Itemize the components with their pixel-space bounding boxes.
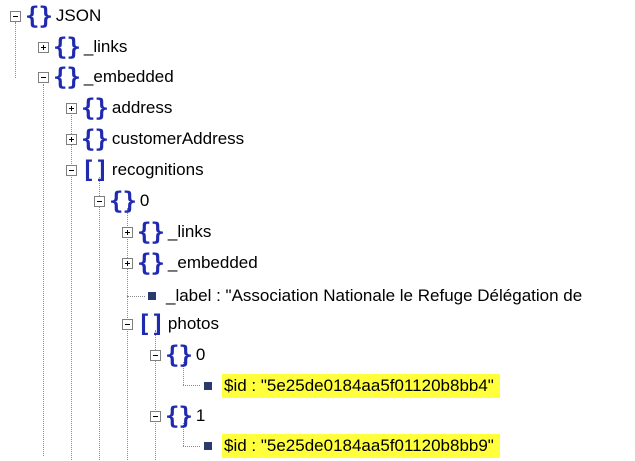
expand-toggle[interactable] xyxy=(122,226,133,238)
node-label: recognitions xyxy=(111,160,204,179)
expand-toggle[interactable] xyxy=(66,133,77,145)
tree-node-photo-0[interactable]: {} 0 xyxy=(150,340,205,370)
object-icon: {} xyxy=(165,402,193,430)
node-label: photos xyxy=(167,314,219,333)
tree-leaf-photo-1-id[interactable]: $id : "5e25de0184aa5f01120b8bb9" xyxy=(204,431,500,461)
node-label: _embedded xyxy=(167,253,258,272)
array-icon: [] xyxy=(81,156,109,184)
collapse-toggle[interactable] xyxy=(94,195,105,207)
object-icon: {} xyxy=(137,218,165,246)
tree-node-customer-address[interactable]: {} customerAddress xyxy=(66,124,244,154)
tree-node-links[interactable]: {} _links xyxy=(38,32,127,62)
object-icon: {} xyxy=(25,2,53,30)
node-label: address xyxy=(111,98,173,117)
collapse-toggle[interactable] xyxy=(122,318,133,330)
node-label: customerAddress xyxy=(111,129,245,148)
node-label: _links xyxy=(167,222,212,241)
node-label: 0 xyxy=(195,345,206,364)
collapse-toggle[interactable] xyxy=(66,164,77,176)
tree-node-photos[interactable]: [] photos xyxy=(122,309,219,339)
node-label: JSON xyxy=(55,6,102,25)
collapse-toggle[interactable] xyxy=(38,71,49,83)
object-icon: {} xyxy=(137,249,165,277)
value-icon xyxy=(204,382,212,390)
object-icon: {} xyxy=(81,125,109,153)
object-icon: {} xyxy=(165,341,193,369)
collapse-toggle[interactable] xyxy=(10,10,21,22)
tree-connector xyxy=(127,296,145,297)
tree-leaf-photo-0-id[interactable]: $id : "5e25de0184aa5f01120b8bb4" xyxy=(204,371,500,401)
collapse-toggle[interactable] xyxy=(150,349,161,361)
tree-node-embedded[interactable]: {} _embedded xyxy=(38,62,174,92)
tree-connector xyxy=(99,177,100,460)
value-icon xyxy=(204,442,212,450)
tree-node-root[interactable]: {} JSON xyxy=(10,1,101,31)
tree-node-recognitions[interactable]: [] recognitions xyxy=(66,155,204,185)
node-label: _embedded xyxy=(83,67,174,86)
node-label: 1 xyxy=(195,406,206,425)
leaf-text: $id : "5e25de0184aa5f01120b8bb4" xyxy=(222,374,500,398)
expand-toggle[interactable] xyxy=(38,41,49,53)
value-icon xyxy=(148,292,156,300)
node-label: _links xyxy=(83,37,128,56)
tree-node-address[interactable]: {} address xyxy=(66,93,172,123)
tree-node-recognition-0[interactable]: {} 0 xyxy=(94,186,149,216)
expand-toggle[interactable] xyxy=(122,257,133,269)
object-icon: {} xyxy=(109,187,137,215)
expand-toggle[interactable] xyxy=(66,102,77,114)
tree-connector xyxy=(43,84,44,456)
object-icon: {} xyxy=(81,94,109,122)
leaf-text: $id : "5e25de0184aa5f01120b8bb9" xyxy=(222,434,500,458)
collapse-toggle[interactable] xyxy=(150,410,161,422)
tree-connector xyxy=(183,446,200,447)
json-tree-view: {} JSON {} _links {} _embedded {} addres… xyxy=(0,0,635,460)
tree-node-recognition-0-links[interactable]: {} _links xyxy=(122,217,211,247)
array-icon: [] xyxy=(137,310,165,338)
object-icon: {} xyxy=(53,33,81,61)
tree-node-photo-1[interactable]: {} 1 xyxy=(150,401,205,431)
tree-leaf-label[interactable]: _label : "Association Nationale le Refug… xyxy=(148,281,582,311)
tree-node-recognition-0-embedded[interactable]: {} _embedded xyxy=(122,248,258,278)
object-icon: {} xyxy=(53,63,81,91)
node-label: 0 xyxy=(139,191,150,210)
tree-connector xyxy=(183,385,200,386)
leaf-text: _label : "Association Nationale le Refug… xyxy=(166,286,583,305)
